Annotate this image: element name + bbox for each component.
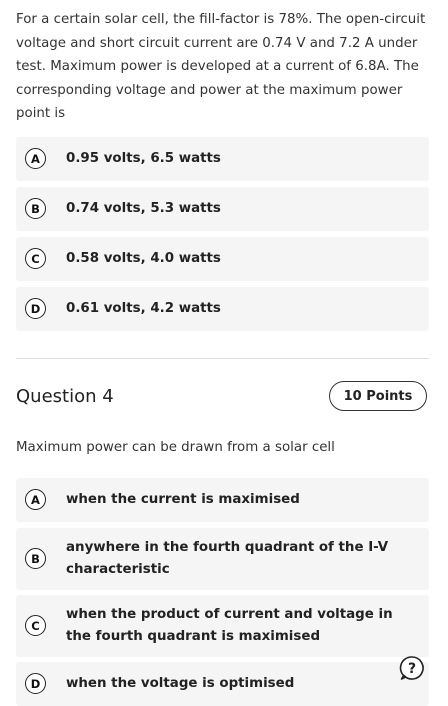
option-letter-badge: A bbox=[25, 489, 46, 510]
option-letter-badge: B bbox=[25, 548, 46, 569]
option-label: 0.74 volts, 5.3 watts bbox=[66, 200, 221, 216]
q4-option-b[interactable]: B anywhere in the fourth quadrant of the… bbox=[16, 528, 429, 590]
option-label: 0.61 volts, 4.2 watts bbox=[66, 300, 221, 316]
q4-option-a[interactable]: A when the current is maximised bbox=[16, 478, 429, 522]
q3-option-b[interactable]: B 0.74 volts, 5.3 watts bbox=[16, 187, 429, 231]
points-badge: 10 Points bbox=[329, 381, 427, 411]
q3-option-d[interactable]: D 0.61 volts, 4.2 watts bbox=[16, 287, 429, 331]
option-label: 0.95 volts, 6.5 watts bbox=[66, 150, 221, 166]
question-4-title: Question 4 bbox=[16, 386, 114, 407]
question-3-text: For a certain solar cell, the fill-facto… bbox=[16, 12, 426, 121]
q4-option-d[interactable]: D when the voltage is optimised bbox=[16, 662, 429, 706]
option-label: 0.58 volts, 4.0 watts bbox=[66, 250, 221, 266]
option-letter-badge: D bbox=[25, 298, 46, 319]
question-4-text: Maximum power can be drawn from a solar … bbox=[16, 440, 335, 455]
option-letter-badge: A bbox=[25, 148, 46, 169]
option-letter-badge: C bbox=[25, 615, 46, 636]
option-label: anywhere in the fourth quadrant of the I… bbox=[66, 539, 389, 578]
q4-option-c[interactable]: C when the product of current and voltag… bbox=[16, 595, 429, 657]
q3-option-a[interactable]: A 0.95 volts, 6.5 watts bbox=[16, 137, 429, 181]
option-letter-badge: B bbox=[25, 198, 46, 219]
option-label: when the voltage is optimised bbox=[66, 675, 295, 691]
option-letter-badge: C bbox=[25, 248, 46, 269]
option-letter-badge: D bbox=[25, 673, 46, 694]
svg-text:?: ? bbox=[408, 661, 416, 677]
help-icon[interactable]: ? bbox=[399, 655, 425, 681]
question-divider bbox=[16, 358, 429, 359]
option-label: when the product of current and voltage … bbox=[66, 606, 393, 645]
option-label: when the current is maximised bbox=[66, 491, 300, 507]
q3-option-c[interactable]: C 0.58 volts, 4.0 watts bbox=[16, 237, 429, 281]
